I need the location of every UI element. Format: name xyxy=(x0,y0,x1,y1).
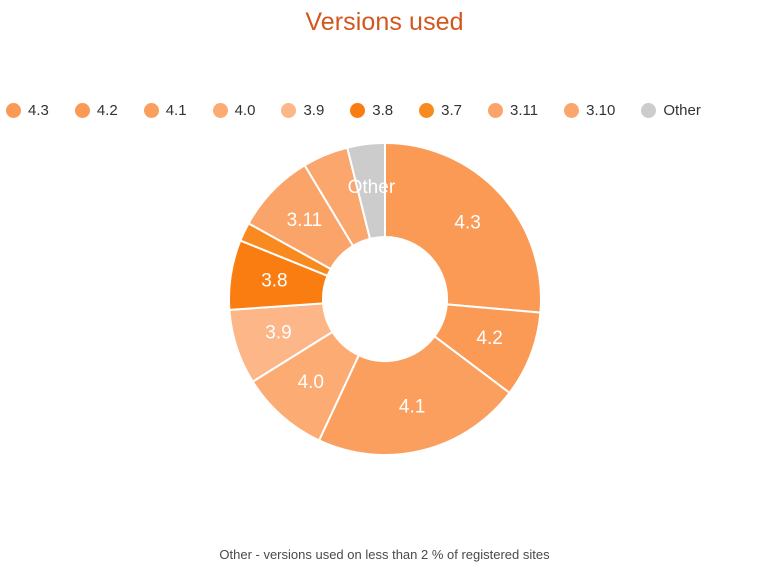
legend-swatch-icon xyxy=(281,102,297,118)
legend-item-3-8[interactable]: 3.8 xyxy=(350,101,394,119)
legend-item-3-10[interactable]: 3.10 xyxy=(564,101,616,119)
legend-swatch-icon xyxy=(641,102,657,118)
legend-item-4-3[interactable]: 4.3 xyxy=(6,101,49,119)
legend-swatch-icon xyxy=(74,102,90,118)
legend-item-label: 3.11 xyxy=(510,101,539,119)
legend-swatch-icon xyxy=(350,102,366,118)
page-title: Versions used xyxy=(305,8,464,36)
legend-item-4-1[interactable]: 4.1 xyxy=(143,101,187,119)
legend-item-label: 3.7 xyxy=(441,101,463,119)
versions-used-donut-chart: Versions used 4.3 4.2 4.1 4.0 3.9 3.8 3.7 3.11 3… xyxy=(0,0,769,576)
legend-swatch-icon xyxy=(488,102,504,118)
legend-swatch-icon xyxy=(6,102,21,118)
slices-group xyxy=(228,142,542,456)
legend-item-4-2[interactable]: 4.2 xyxy=(74,101,118,119)
legend-item-Other[interactable]: Other xyxy=(641,101,701,119)
legend-swatch-icon xyxy=(212,102,228,118)
legend-item-3-7[interactable]: 3.7 xyxy=(419,101,463,119)
chart-legend: 4.3 4.2 4.1 4.0 3.9 3.8 3.7 3.11 3.10 Other xyxy=(0,96,769,124)
legend-item-3-9[interactable]: 3.9 xyxy=(281,101,325,119)
legend-item-label: 3.10 xyxy=(586,101,616,119)
legend-item-label: 4.0 xyxy=(234,101,256,119)
pie-slice-4-3[interactable] xyxy=(384,142,542,314)
donut-svg: 4.34.24.14.03.93.83.11Other xyxy=(228,142,542,456)
legend-item-4-0[interactable]: 4.0 xyxy=(212,101,256,119)
legend-item-label: 4.3 xyxy=(28,101,49,119)
legend-item-label: Other xyxy=(663,101,701,119)
legend-item-label: 3.8 xyxy=(372,101,394,119)
legend-item-label: 3.9 xyxy=(303,101,325,119)
legend-item-3-11[interactable]: 3.11 xyxy=(488,101,539,119)
legend-item-label: 4.1 xyxy=(165,101,187,119)
donut-chart-area: 4.3 4.2 4.1 4.0 3.9 3.8 3.11 Other xyxy=(0,0,769,576)
chart-footnote: Other - versions used on less than 2 % o… xyxy=(219,547,550,562)
legend-item-label: 4.2 xyxy=(96,101,118,119)
legend-swatch-icon xyxy=(564,102,580,118)
legend-swatch-icon xyxy=(419,102,435,118)
legend-swatch-icon xyxy=(143,102,159,118)
